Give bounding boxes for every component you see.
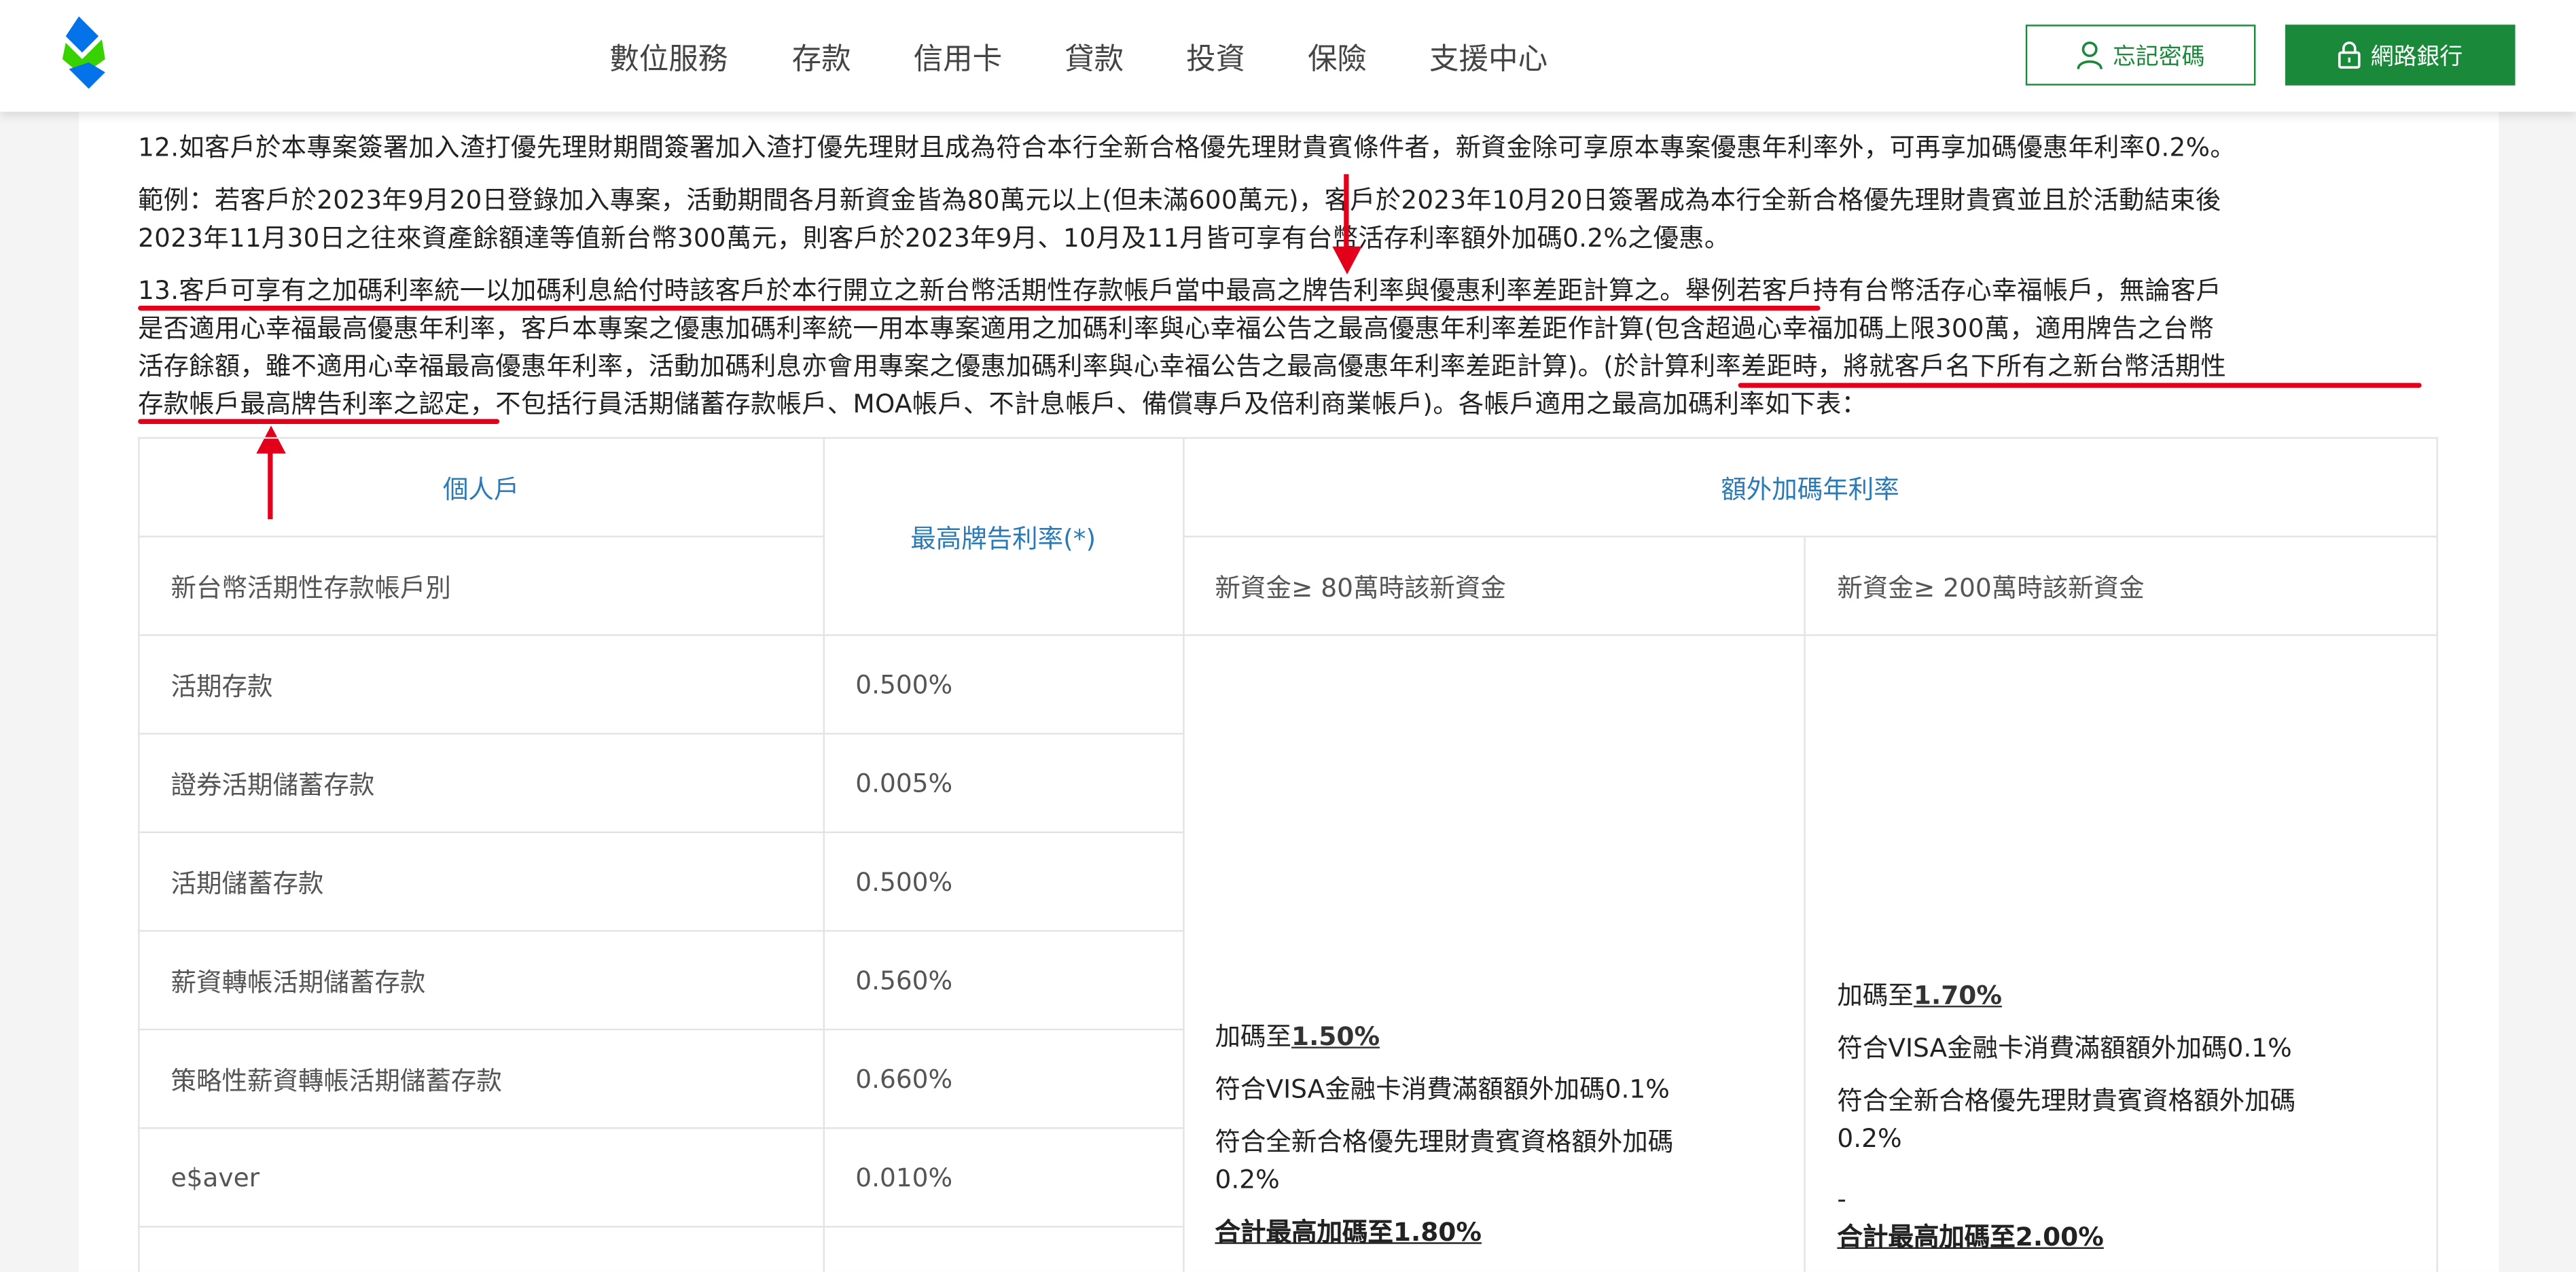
table-row-rate: 0.500% <box>822 831 1184 932</box>
site-header: 數位服務 存款 信用卡 貸款 投資 保險 支援中心 忘記密碼 網路銀行 <box>0 0 2576 112</box>
nav-loans[interactable]: 貸款 <box>1065 36 1124 79</box>
extra-200-priority-1: 符合全新合格優先理財貴賓資格額外加碼 <box>1837 1086 2296 1116</box>
example-line-1: 範例：若客戶於2023年9月20日登錄加入專案，活動期間各月新資金皆為80萬元以… <box>138 186 2221 215</box>
extra-200-visa: 符合VISA金融卡消費滿額額外加碼0.1% <box>1837 1034 2292 1063</box>
extra-80-cell: 加碼至1.50% 符合VISA金融卡消費滿額額外加碼0.1% 符合全新合格優先理… <box>1182 634 1806 1272</box>
table-row-rate: 0.560% <box>822 930 1184 1031</box>
nav-credit-cards[interactable]: 信用卡 <box>914 36 1003 79</box>
online-banking-button[interactable]: 網路銀行 <box>2285 24 2516 86</box>
table-row-name: 活期存款 <box>138 634 825 735</box>
extra-200-dash: - <box>1837 1184 1846 1215</box>
standard-chartered-logo[interactable] <box>56 13 111 95</box>
extra-200-total: 合計最高加碼至2.00% <box>1837 1222 2104 1252</box>
header-personal: 個人戶 <box>138 437 825 537</box>
nav-support-center[interactable]: 支援中心 <box>1429 36 1548 79</box>
header-extra-rate: 額外加碼年利率 <box>1182 437 2438 537</box>
arrow-down-head-icon <box>1332 246 1362 275</box>
table-row-rate: 0.660% <box>822 1028 1184 1129</box>
extra-200-priority-2: 0.2% <box>1837 1124 1902 1154</box>
extra-200-prefix: 加碼至 <box>1837 980 1914 1011</box>
nav-deposits[interactable]: 存款 <box>792 36 851 79</box>
table-row-name: 證券活期儲蓄存款 <box>138 732 825 834</box>
table-row-rate: 0.010% <box>822 1127 1184 1228</box>
example-line-2: 2023年11月30日之往來資產餘額達等值新台幣300萬元，則客戶於2023年9… <box>138 223 1730 253</box>
extra-80-priority-1: 符合全新合格優先理財貴賓資格額外加碼 <box>1215 1127 1674 1157</box>
extra-80-rate: 1.50% <box>1291 1022 1380 1052</box>
table-row-name: 活期儲蓄存款 <box>138 831 825 932</box>
nav-insurance[interactable]: 保險 <box>1308 36 1367 79</box>
forgot-password-label: 忘記密碼 <box>2113 43 2205 70</box>
table-row-empty <box>822 1226 1184 1272</box>
lock-icon <box>2338 41 2361 69</box>
table-row-name: 策略性薪資轉帳活期儲蓄存款 <box>138 1028 825 1129</box>
extra-80-visa: 符合VISA金融卡消費滿額額外加碼0.1% <box>1215 1074 1670 1105</box>
nav-digital-services[interactable]: 數位服務 <box>609 36 728 79</box>
user-icon <box>2077 40 2103 69</box>
online-banking-label: 網路銀行 <box>2370 43 2463 70</box>
header-new-funds-200: 新資金≥ 200萬時該新資金 <box>1804 535 2438 636</box>
annotation-arrow-down <box>1344 174 1349 253</box>
header-new-funds-80: 新資金≥ 80萬時該新資金 <box>1182 535 1806 636</box>
table-row-rate: 0.005% <box>822 732 1184 834</box>
nav-investments[interactable]: 投資 <box>1186 36 1245 79</box>
extra-80-prefix: 加碼至 <box>1215 1022 1291 1052</box>
header-account-type: 新台幣活期性存款帳戶別 <box>138 535 825 636</box>
clause-13-line-1: 13.客戶可享有之加碼利率統一以加碼利息給付時該客戶於本行開立之新台幣活期性存款… <box>138 276 2222 306</box>
table-row-empty <box>138 1226 825 1272</box>
table-row-name: e$aver <box>138 1127 825 1228</box>
extra-200-cell: 加碼至1.70% 符合VISA金融卡消費滿額額外加碼0.1% 符合全新合格優先理… <box>1804 634 2438 1272</box>
clause-13-line-2: 是否適用心幸福最高優惠年利率，客戶本專案之優惠加碼利率統一用本專案適用之加碼利率… <box>138 313 2215 344</box>
clause-12: 12.如客戶於本專案簽署加入渣打優先理財期間簽署加入渣打優先理財且成為符合本行全… <box>138 132 2236 163</box>
forgot-password-button[interactable]: 忘記密碼 <box>2025 24 2256 86</box>
extra-80-priority-2: 0.2% <box>1215 1165 1280 1195</box>
clause-13-line-4: 存款帳戶最高牌告利率之認定，不包括行員活期儲蓄存款帳戶、MOA帳戶、不計息帳戶、… <box>138 389 1867 419</box>
header-max-rate: 最高牌告利率(*) <box>822 437 1184 636</box>
extra-80-total: 合計最高加碼至1.80% <box>1215 1218 1482 1248</box>
main-nav: 數位服務 存款 信用卡 貸款 投資 保險 支援中心 <box>609 36 1548 79</box>
clause-13-line-3: 活存餘額，雖不適用心幸福最高優惠年利率，活動加碼利息亦會用專案之優惠加碼利率與心… <box>138 351 2227 382</box>
annotation-underline-1 <box>138 305 1821 310</box>
rate-table: 個人戶 最高牌告利率(*) 額外加碼年利率 新台幣活期性存款帳戶別 新資金≥ 8… <box>138 437 2438 1272</box>
extra-200-rate: 1.70% <box>1913 980 2002 1011</box>
table-row-rate: 0.500% <box>822 634 1184 735</box>
annotation-underline-2 <box>1738 383 2422 387</box>
table-row-name: 薪資轉帳活期儲蓄存款 <box>138 930 825 1031</box>
annotation-underline-3 <box>138 419 500 423</box>
